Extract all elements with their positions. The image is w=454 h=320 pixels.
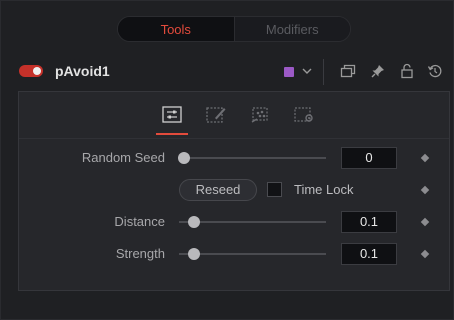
window-icon[interactable] xyxy=(338,60,358,82)
strength-label: Strength xyxy=(115,246,165,261)
reseed-row: Reseed Time Lock xyxy=(19,179,449,201)
active-subtab-indicator xyxy=(156,133,188,135)
distance-keyframe-icon[interactable] xyxy=(420,217,430,227)
reset-icon[interactable] xyxy=(425,60,445,82)
lock-icon[interactable] xyxy=(397,60,417,82)
toggle-knob xyxy=(33,67,41,75)
random-seed-keyframe-icon[interactable] xyxy=(420,153,430,163)
controls-icon[interactable] xyxy=(161,104,183,126)
tool-color-swatch[interactable] xyxy=(284,67,294,77)
tab-tools[interactable]: Tools xyxy=(118,17,235,41)
time-lock-label: Time Lock xyxy=(294,182,354,197)
top-tabs: Tools Modifiers xyxy=(117,16,351,42)
distance-label: Distance xyxy=(114,214,165,229)
sub-tabs xyxy=(19,92,449,139)
distance-slider[interactable] xyxy=(179,221,326,223)
header-divider xyxy=(323,59,324,85)
random-seed-label: Random Seed xyxy=(81,150,165,165)
strength-input[interactable]: 0.1 xyxy=(341,243,397,265)
pin-icon[interactable] xyxy=(368,60,388,82)
settings-icon[interactable] xyxy=(293,104,315,126)
random-seed-input[interactable]: 0 xyxy=(341,147,397,169)
strength-keyframe-icon[interactable] xyxy=(420,249,430,259)
distance-slider-thumb[interactable] xyxy=(187,216,200,228)
particles-icon[interactable] xyxy=(249,104,271,126)
tool-header: pAvoid1 xyxy=(1,55,453,89)
distance-input[interactable]: 0.1 xyxy=(341,211,397,233)
chevron-down-icon[interactable] xyxy=(301,61,313,84)
inspector-panel: Tools Modifiers pAvoid1 Random Seed 0 Re… xyxy=(0,0,454,320)
random-seed-slider-thumb[interactable] xyxy=(178,152,190,164)
tool-enable-toggle[interactable] xyxy=(19,65,43,77)
strength-slider[interactable] xyxy=(179,253,326,255)
tab-modifiers[interactable]: Modifiers xyxy=(234,17,350,41)
style-icon[interactable] xyxy=(205,104,227,126)
random-seed-slider[interactable] xyxy=(184,157,326,159)
strength-row: Strength 0.1 xyxy=(19,243,449,265)
random-seed-row: Random Seed 0 xyxy=(19,147,449,169)
tool-name: pAvoid1 xyxy=(55,63,110,79)
time-lock-checkbox[interactable] xyxy=(267,182,282,197)
controls-panel: Random Seed 0 Reseed Time Lock Distance … xyxy=(18,91,450,291)
distance-row: Distance 0.1 xyxy=(19,211,449,233)
reseed-button[interactable]: Reseed xyxy=(179,179,257,201)
strength-slider-thumb[interactable] xyxy=(187,248,200,260)
time-lock-keyframe-icon[interactable] xyxy=(420,185,430,195)
